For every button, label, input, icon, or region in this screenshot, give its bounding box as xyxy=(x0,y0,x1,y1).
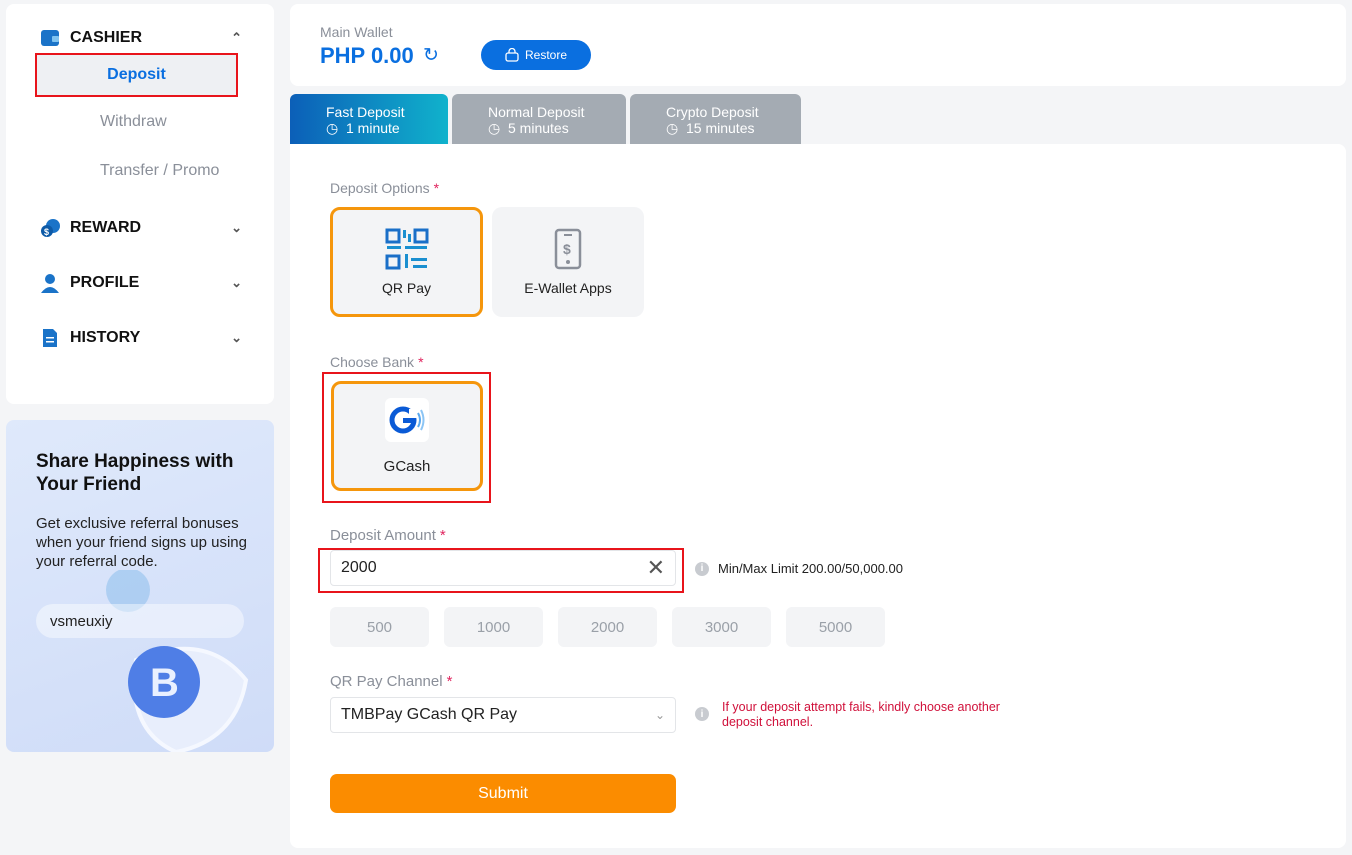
quick-amount-button[interactable]: 3000 xyxy=(672,607,771,647)
option-qr-pay[interactable]: QR Pay xyxy=(330,207,483,317)
wallet-label: Main Wallet xyxy=(320,24,393,40)
refresh-icon[interactable]: ↻ xyxy=(423,44,439,67)
quick-amount-button[interactable]: 5000 xyxy=(786,607,885,647)
deposit-amount-input[interactable]: 2000 ✕ xyxy=(330,550,676,586)
qr-pay-channel-label: QR Pay Channel * xyxy=(330,673,453,690)
sidebar-item-transfer-promo[interactable]: Transfer / Promo xyxy=(100,162,219,180)
gcash-logo xyxy=(385,397,429,442)
clear-icon[interactable]: ✕ xyxy=(647,555,665,581)
deposit-amount-label: Deposit Amount * xyxy=(330,527,446,544)
choose-bank-label: Choose Bank * xyxy=(330,354,424,370)
info-icon: i xyxy=(695,561,709,576)
clock-icon: ◷ xyxy=(326,120,339,136)
chevron-down-icon: ⌄ xyxy=(231,275,242,290)
document-icon xyxy=(40,328,60,348)
sidebar-reward-toggle[interactable]: $ REWARD ⌄ xyxy=(40,218,242,238)
qr-pay-channel-select[interactable]: TMBPay GCash QR Pay ⌄ xyxy=(330,697,676,733)
sidebar-item-deposit[interactable]: Deposit xyxy=(37,55,236,95)
tab-fast-deposit[interactable]: Fast Deposit ◷ 1 minute xyxy=(290,94,448,144)
quick-amount-button[interactable]: 500 xyxy=(330,607,429,647)
restore-button[interactable]: Restore xyxy=(481,40,591,70)
promo-text: Get exclusive referral bonuses when your… xyxy=(36,515,247,570)
user-icon xyxy=(40,273,60,293)
channel-warning: i If your deposit attempt fails, kindly … xyxy=(695,700,1040,730)
referral-code-field[interactable]: vsmeuxiy xyxy=(36,604,244,638)
svg-text:B: B xyxy=(150,661,179,705)
quick-amount-button[interactable]: 2000 xyxy=(558,607,657,647)
limit-info: i Min/Max Limit 200.00/50,000.00 xyxy=(695,561,903,576)
bitcoin-shield-illustration: B xyxy=(106,570,249,752)
info-icon: i xyxy=(695,707,709,721)
svg-text:$: $ xyxy=(563,241,571,257)
promo-title: Share Happiness with Your Friend xyxy=(36,451,234,495)
referral-promo-card: B Share Happiness with Your Friend Get e… xyxy=(6,420,274,752)
option-e-wallet-apps[interactable]: $ E-Wallet Apps xyxy=(492,207,644,317)
lock-icon xyxy=(505,48,519,62)
chevron-down-icon: ⌄ xyxy=(231,330,242,345)
submit-button[interactable]: Submit xyxy=(330,774,676,813)
tab-crypto-deposit[interactable]: Crypto Deposit ◷ 15 minutes xyxy=(630,94,801,144)
chevron-up-icon: ⌃ xyxy=(231,30,242,45)
clock-icon: ◷ xyxy=(666,120,679,136)
qr-code-icon xyxy=(385,228,428,270)
wallet-balance: PHP 0.00 xyxy=(320,43,414,68)
sidebar-cashier-toggle[interactable]: CASHIER ⌃ xyxy=(40,28,242,48)
quick-amount-button[interactable]: 1000 xyxy=(444,607,543,647)
bank-gcash[interactable]: GCash xyxy=(331,381,483,491)
sidebar-history-toggle[interactable]: HISTORY ⌄ xyxy=(40,328,242,348)
svg-text:$: $ xyxy=(44,227,49,237)
wallet-icon xyxy=(40,28,60,48)
coins-icon: $ xyxy=(40,218,60,238)
sidebar-profile-toggle[interactable]: PROFILE ⌄ xyxy=(40,273,242,293)
sidebar-item-withdraw[interactable]: Withdraw xyxy=(100,113,167,131)
chevron-down-icon: ⌄ xyxy=(231,220,242,235)
clock-icon: ◷ xyxy=(488,120,501,136)
tab-normal-deposit[interactable]: Normal Deposit ◷ 5 minutes xyxy=(452,94,626,144)
deposit-options-label: Deposit Options * xyxy=(330,180,440,196)
wallet-card xyxy=(290,4,1346,86)
chevron-down-icon: ⌄ xyxy=(654,708,665,722)
phone-dollar-icon: $ xyxy=(554,228,582,270)
